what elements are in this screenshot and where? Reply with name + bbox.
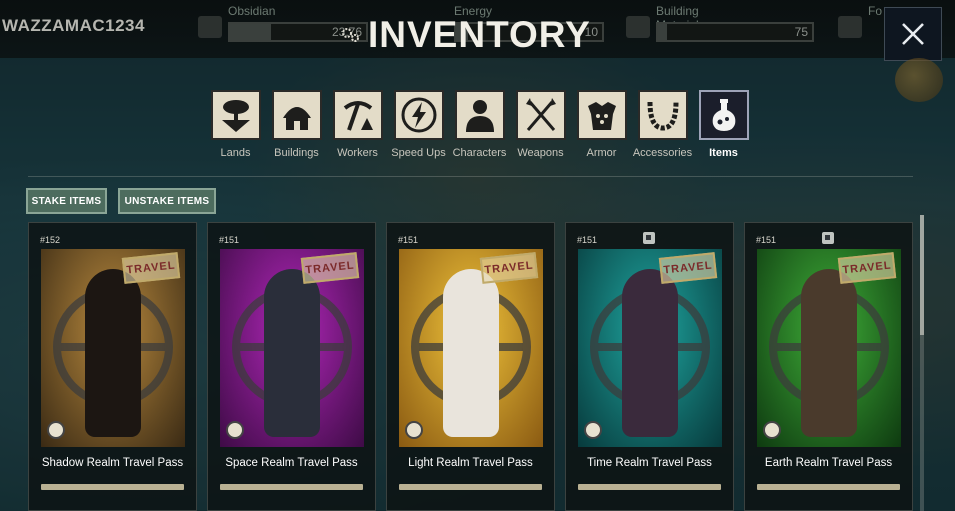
unstake-items-button[interactable]: UNSTAKE ITEMS <box>118 188 216 214</box>
item-bar <box>757 484 900 490</box>
tab-speed-ups[interactable]: Speed Ups <box>388 90 449 170</box>
item-name: Time Realm Travel Pass <box>587 457 712 469</box>
potion-icon <box>712 99 735 131</box>
info-badge-icon[interactable] <box>643 232 655 244</box>
hut-icon <box>282 107 311 130</box>
item-bar <box>220 484 363 490</box>
item-id: #151 <box>577 235 598 245</box>
item-id: #151 <box>756 235 777 245</box>
item-card[interactable]: #152 TRAVEL Shadow Realm Travel Pass <box>28 222 197 511</box>
tab-lands[interactable]: Lands <box>205 90 266 170</box>
item-id: #151 <box>219 235 240 245</box>
character-figure <box>264 269 320 437</box>
item-id: #151 <box>398 235 419 245</box>
item-name: Light Realm Travel Pass <box>408 457 533 469</box>
info-badge-icon[interactable] <box>822 232 834 244</box>
lightning-icon <box>401 97 436 133</box>
item-card[interactable]: #151 TRAVEL Time Realm Travel Pass <box>565 222 734 511</box>
realm-icon <box>584 421 602 439</box>
item-bar <box>578 484 721 490</box>
obsidian-icon <box>198 16 222 38</box>
item-artwork: TRAVEL <box>399 249 543 447</box>
close-button[interactable] <box>884 7 942 61</box>
tab-label: Buildings <box>274 147 319 159</box>
top-hud: WAZZAMAC1234 Obsidian 23.76 Energy 10 Bu… <box>0 0 955 58</box>
item-artwork: TRAVEL <box>41 249 185 447</box>
tab-label: Speed Ups <box>391 147 446 159</box>
item-id: #152 <box>40 235 61 245</box>
resource-label: Fo <box>868 4 883 18</box>
resource-bar: 75 <box>656 22 814 42</box>
tab-label: Lands <box>220 147 251 159</box>
item-bar <box>399 484 542 490</box>
item-artwork: TRAVEL <box>757 249 901 447</box>
item-artwork: TRAVEL <box>578 249 722 447</box>
armor-icon <box>587 102 616 130</box>
character-figure <box>622 269 678 437</box>
item-name: Earth Realm Travel Pass <box>764 457 893 469</box>
character-figure <box>443 269 499 437</box>
page-title: INVENTORY <box>368 14 591 55</box>
tab-weapons[interactable]: Weapons <box>510 90 571 170</box>
building-materials-icon <box>626 16 650 38</box>
tab-label: Items <box>709 147 738 159</box>
tab-label: Workers <box>337 147 378 159</box>
stake-items-button[interactable]: STAKE ITEMS <box>26 188 107 214</box>
category-tabs: Lands Buildings Workers Speed Ups Charac… <box>205 90 754 170</box>
item-artwork: TRAVEL <box>220 249 364 447</box>
tab-armor[interactable]: Armor <box>571 90 632 170</box>
character-figure <box>801 269 857 437</box>
realm-icon <box>47 421 65 439</box>
person-icon <box>465 100 494 132</box>
realm-icon <box>226 421 244 439</box>
gears-icon <box>342 28 359 42</box>
character-figure <box>85 269 141 437</box>
scrollbar[interactable] <box>920 215 924 511</box>
travel-stamp: TRAVEL <box>121 252 181 284</box>
pickaxe-icon <box>343 101 373 131</box>
resource-label: Obsidian <box>228 4 276 18</box>
item-card[interactable]: #151 TRAVEL Space Realm Travel Pass <box>207 222 376 511</box>
close-label-hidden: × <box>900 20 901 21</box>
item-name: Shadow Realm Travel Pass <box>41 457 184 469</box>
tree-island-icon <box>221 100 250 132</box>
item-bar <box>41 484 184 490</box>
tab-characters[interactable]: Characters <box>449 90 510 170</box>
tab-label: Accessories <box>632 147 693 159</box>
item-card[interactable]: #151 TRAVEL Light Realm Travel Pass <box>386 222 555 511</box>
tab-label: Armor <box>586 147 617 159</box>
travel-stamp: TRAVEL <box>479 252 539 284</box>
tab-workers[interactable]: Workers <box>327 90 388 170</box>
food-icon <box>838 16 862 38</box>
realm-icon <box>763 421 781 439</box>
item-name: Space Realm Travel Pass <box>225 457 358 469</box>
divider <box>28 176 913 177</box>
travel-stamp: TRAVEL <box>837 252 897 284</box>
title-group: INVENTORY <box>340 13 591 57</box>
travel-stamp: TRAVEL <box>300 252 360 284</box>
resource-value: 75 <box>794 25 808 39</box>
close-icon <box>902 23 924 45</box>
tab-accessories[interactable]: Accessories <box>632 90 693 170</box>
tab-items[interactable]: Items <box>693 90 754 170</box>
tab-buildings[interactable]: Buildings <box>266 90 327 170</box>
username: WAZZAMAC1234 <box>2 16 145 35</box>
tab-label: Characters <box>452 147 507 159</box>
tab-label: Weapons <box>517 147 564 159</box>
realm-icon <box>405 421 423 439</box>
scrollbar-thumb[interactable] <box>920 215 924 335</box>
necklace-icon <box>647 101 678 131</box>
background-coin-decoration <box>895 58 943 102</box>
crossed-spears-icon <box>525 98 556 131</box>
travel-stamp: TRAVEL <box>658 252 718 284</box>
item-card[interactable]: #151 TRAVEL Earth Realm Travel Pass <box>744 222 913 511</box>
